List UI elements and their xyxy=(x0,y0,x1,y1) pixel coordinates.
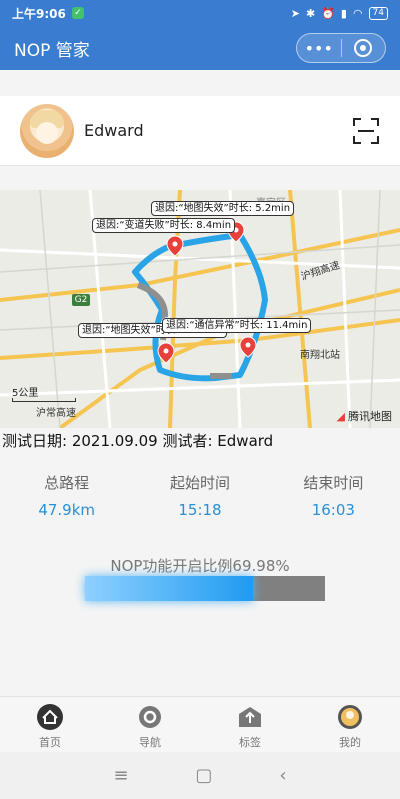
stat-value: 47.9km xyxy=(38,501,96,519)
stat-label: 总路程 xyxy=(44,474,90,492)
stat-label: 起始时间 xyxy=(169,474,230,492)
route-map[interactable]: G2 嘉定区 沪翔高速 南翔北站 沪常高速 退因:“地图失效”时长: 5.2mi… xyxy=(0,190,400,428)
map-callout[interactable]: 退因:“通信异常”时长: 11.4min xyxy=(162,318,312,333)
tab-navigation[interactable]: 导航 xyxy=(100,697,200,752)
status-time: 上午9:06 xyxy=(12,6,66,21)
map-brand-label: 腾讯地图 xyxy=(348,410,392,423)
map-callout[interactable]: 退因:“变道失败”时长: 8.4min xyxy=(92,218,236,233)
map-place-huchang: 沪常高速 xyxy=(36,408,76,419)
profile-icon xyxy=(336,703,364,731)
avatar[interactable] xyxy=(20,103,74,158)
map-brand: ◢ 腾讯地图 xyxy=(337,408,392,424)
map-callout[interactable]: 退因:“地图失效”时长: 5.2min xyxy=(151,201,295,216)
trip-stats: 总路程 47.9km 起始时间 15:18 结束时间 16:03 xyxy=(0,472,400,519)
g2-marker: G2 xyxy=(74,295,88,305)
map-place-nanxiang: 南翔北站 xyxy=(300,350,340,361)
tag-icon xyxy=(236,703,264,731)
miniprogram-capsule: ••• xyxy=(296,33,386,63)
more-button[interactable]: ••• xyxy=(297,34,341,62)
map-scale-label: 5公里 xyxy=(12,388,39,399)
home-icon xyxy=(36,703,64,731)
test-info: 测试日期: 2021.09.09 测试者: Edward xyxy=(0,430,400,452)
tester-name: 测试者: Edward xyxy=(157,432,274,450)
wechat-badge-icon: ✓ xyxy=(71,7,84,19)
stat-value: 16:03 xyxy=(311,501,355,519)
tab-home[interactable]: 首页 xyxy=(0,697,100,752)
title-bar: NOP 管家 ••• xyxy=(0,26,400,70)
stat-start-time: 起始时间 15:18 xyxy=(133,472,266,519)
target-icon xyxy=(354,39,373,57)
tab-bar: 首页 导航 标签 我的 xyxy=(0,696,400,752)
profile-card: Edward xyxy=(0,96,400,166)
battery-icon: 74 xyxy=(368,6,388,20)
menu-icon[interactable]: ≡ xyxy=(113,765,128,786)
alarm-icon: ⏰ xyxy=(321,6,335,20)
nop-progress-bar xyxy=(85,576,325,601)
test-date: 测试日期: 2021.09.09 xyxy=(2,432,158,450)
stat-total-distance: 总路程 47.9km xyxy=(0,472,133,519)
home-square-icon[interactable]: ▢ xyxy=(195,765,212,786)
user-name: Edward xyxy=(84,121,144,140)
bluetooth-icon: ✱ xyxy=(305,6,316,20)
compass-icon: ◢ xyxy=(336,409,345,423)
tab-label: 首页 xyxy=(39,736,61,749)
page-title: NOP 管家 xyxy=(14,40,90,61)
signal-icon: ▮ xyxy=(340,6,347,20)
tab-label: 我的 xyxy=(339,736,361,749)
stat-label: 结束时间 xyxy=(303,474,364,492)
status-icons: ➤ ✱ ⏰ ▮ ◠ 74 xyxy=(290,6,388,20)
status-bar: 上午9:06 ✓ ➤ ✱ ⏰ ▮ ◠ 74 xyxy=(0,0,400,26)
stat-end-time: 结束时间 16:03 xyxy=(267,472,400,519)
nop-progress-fill xyxy=(85,576,253,601)
tab-tags[interactable]: 标签 xyxy=(200,697,300,752)
nop-ratio-title: NOP功能开启比例69.98% xyxy=(110,557,290,575)
tab-label: 导航 xyxy=(139,736,161,749)
gear-icon xyxy=(136,703,164,731)
scan-icon[interactable] xyxy=(352,117,380,145)
tab-profile[interactable]: 我的 xyxy=(300,697,400,752)
close-miniprogram-button[interactable] xyxy=(342,34,386,62)
tab-label: 标签 xyxy=(239,736,261,749)
system-nav-bar: ≡ ▢ ‹ xyxy=(0,752,400,799)
stat-value: 15:18 xyxy=(178,501,222,519)
map-scale-bar xyxy=(12,398,76,402)
more-dots-icon: ••• xyxy=(304,38,333,58)
wifi-icon: ◠ xyxy=(352,6,363,20)
location-icon: ➤ xyxy=(290,6,300,20)
back-icon[interactable]: ‹ xyxy=(279,765,286,786)
